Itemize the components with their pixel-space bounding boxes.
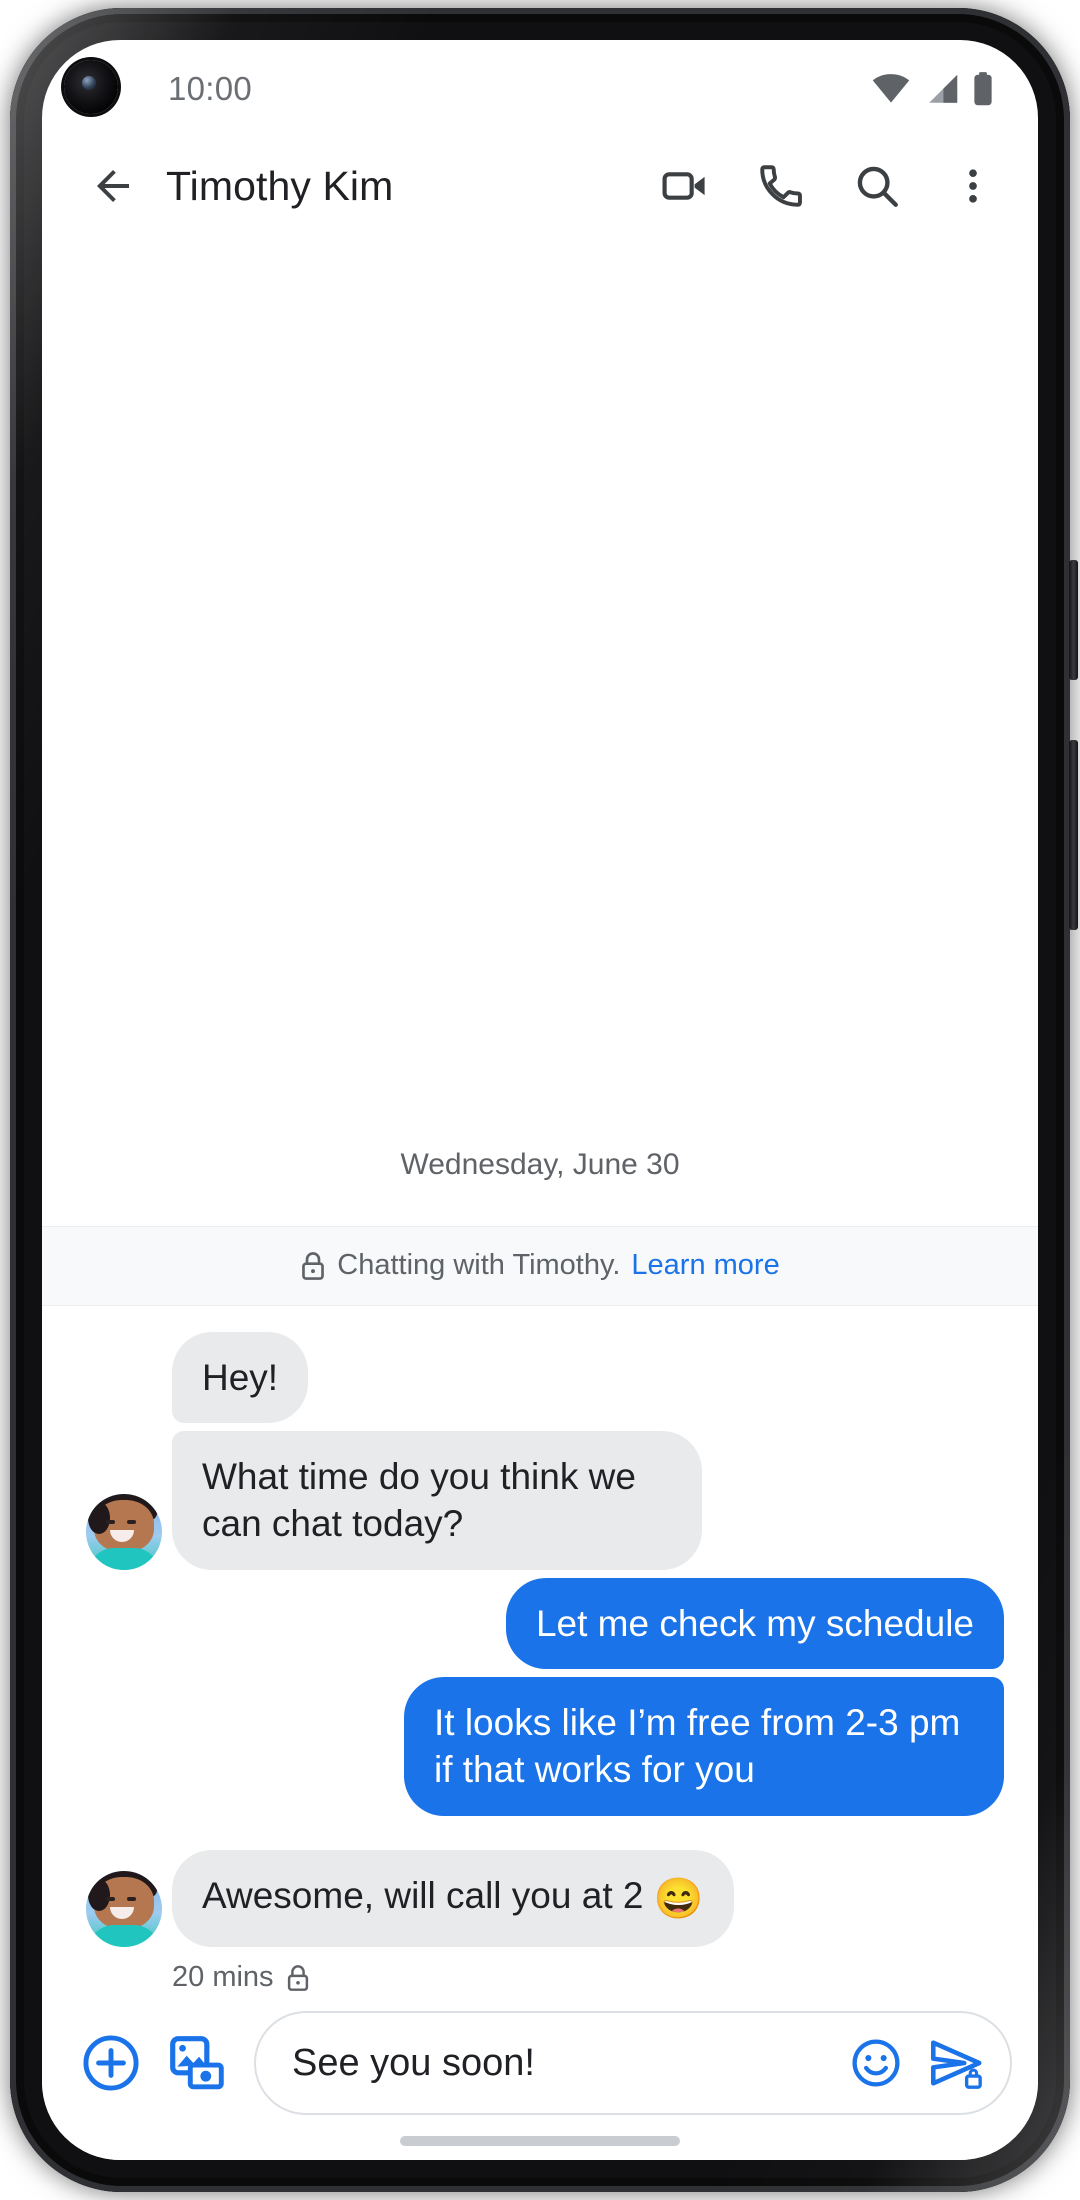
overflow-menu-button[interactable]	[936, 149, 1010, 223]
message-input-field[interactable]: See you soon!	[254, 2011, 1012, 2115]
encryption-banner[interactable]: Chatting with Timothy. Learn more	[42, 1225, 1038, 1306]
send-encrypted-icon	[930, 2040, 982, 2089]
lock-icon	[302, 1251, 325, 1280]
gallery-camera-button[interactable]	[154, 2020, 240, 2106]
message-row: Let me check my schedule	[76, 1577, 1004, 1670]
send-button[interactable]	[920, 2027, 992, 2099]
back-button[interactable]	[76, 149, 150, 223]
avatar-hair-side	[88, 1501, 110, 1534]
message-row: It looks like I’m free from 2-3 pm if th…	[76, 1677, 1004, 1816]
search-icon	[857, 166, 898, 207]
gallery-camera-icon	[170, 2036, 224, 2090]
message-row: Awesome, will call you at 2 😄	[76, 1849, 1004, 1947]
message-timestamp: 20 mins	[172, 1961, 274, 1993]
message-list: Hey! What time do you think we can chat	[42, 1306, 1038, 1994]
power-button[interactable]	[1069, 560, 1078, 680]
volume-button[interactable]	[1069, 740, 1078, 930]
emoji-button[interactable]	[840, 2027, 912, 2099]
video-call-icon	[662, 172, 705, 200]
video-call-button[interactable]	[648, 149, 722, 223]
plus-circle-icon	[83, 2035, 139, 2091]
message-status: 20 mins	[172, 1961, 1004, 1994]
emoji-grin-icon: 😄	[653, 1876, 704, 1921]
status-bar-clock: 10:00	[168, 70, 253, 107]
learn-more-link[interactable]: Learn more	[631, 1249, 779, 1282]
avatar-hair-side	[88, 1879, 110, 1911]
back-arrow-icon	[97, 170, 129, 202]
message-bubble-outgoing[interactable]: It looks like I’m free from 2-3 pm if th…	[404, 1677, 1004, 1816]
gesture-navigation-bar[interactable]	[400, 2136, 680, 2146]
avatar-eye-right	[127, 1897, 136, 1901]
cellular-signal-icon	[929, 74, 958, 103]
avatar-slot	[76, 1871, 172, 1947]
status-bar-icons	[870, 72, 994, 106]
avatar-slot	[76, 1493, 172, 1570]
phone-screen: 10:00 Timothy Kim Wednesday, June 30 Cha…	[42, 40, 1038, 2160]
message-bubble-incoming[interactable]: What time do you think we can chat today…	[172, 1431, 702, 1570]
battery-icon	[974, 72, 992, 106]
add-attachment-button[interactable]	[68, 2020, 154, 2106]
contact-name-title[interactable]: Timothy Kim	[166, 163, 393, 210]
app-bar-actions	[648, 149, 1010, 223]
date-divider: Wednesday, June 30	[400, 1147, 680, 1181]
wifi-icon	[872, 74, 910, 103]
front-camera-punch-hole	[64, 60, 118, 114]
overflow-menu-icon	[969, 169, 977, 203]
message-input-text[interactable]: See you soon!	[292, 2042, 832, 2085]
lock-icon	[287, 1964, 308, 1991]
avatar-eye-left	[106, 1897, 115, 1901]
encryption-banner-text: Chatting with Timothy.	[337, 1249, 621, 1282]
app-bar: Timothy Kim	[42, 138, 1038, 234]
conversation-spacer	[42, 234, 1038, 1148]
conversation-area[interactable]: Wednesday, June 30 Chatting with Timothy…	[42, 234, 1038, 1994]
message-text: Awesome, will call you at 2	[202, 1874, 644, 1916]
avatar[interactable]	[86, 1493, 162, 1570]
search-button[interactable]	[840, 149, 914, 223]
emoji-smiley-icon	[852, 2039, 900, 2087]
message-bubble-incoming[interactable]: Awesome, will call you at 2 😄	[172, 1849, 734, 1947]
avatar-shirt	[88, 1547, 160, 1570]
message-row: Hey!	[76, 1331, 1004, 1424]
message-bubble-incoming[interactable]: Hey!	[172, 1331, 309, 1424]
avatar[interactable]	[86, 1871, 162, 1947]
phone-call-icon	[760, 165, 802, 207]
phone-call-button[interactable]	[744, 149, 818, 223]
message-row: What time do you think we can chat today…	[76, 1431, 1004, 1570]
status-bar: 10:00	[42, 40, 1038, 138]
avatar-eye-left	[106, 1519, 115, 1524]
avatar-eye-right	[127, 1519, 136, 1524]
message-bubble-outgoing[interactable]: Let me check my schedule	[505, 1577, 1004, 1670]
avatar-shirt	[88, 1925, 160, 1947]
